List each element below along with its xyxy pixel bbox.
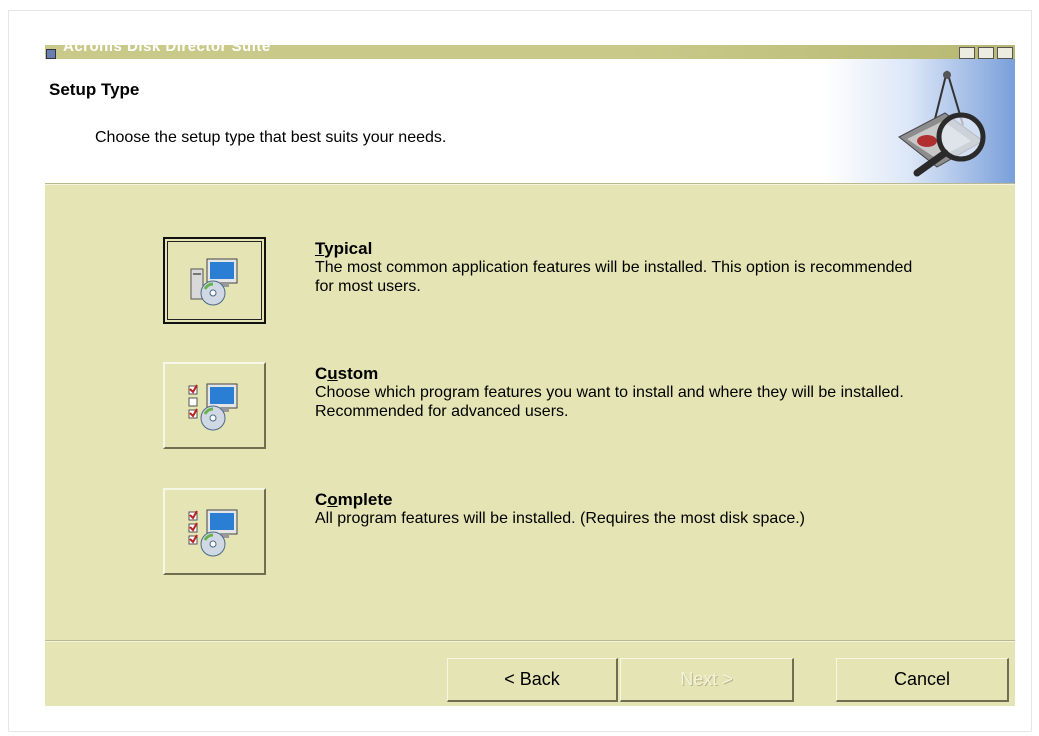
typical-title-rest: ypical	[324, 239, 373, 258]
disk-magnifier-icon	[898, 70, 986, 177]
typical-description: The most common application features wil…	[315, 259, 913, 295]
custom-title-rest: stom	[337, 364, 379, 383]
setup-dialog: Acronis Disk Director Suite Setup Type C…	[45, 45, 1015, 706]
window-controls	[959, 47, 1013, 59]
close-icon[interactable]	[997, 47, 1013, 59]
title-bar[interactable]: Acronis Disk Director Suite	[45, 45, 1015, 59]
complete-button[interactable]	[163, 488, 266, 575]
custom-description: Choose which program features you want t…	[315, 384, 904, 420]
typical-title: Typical	[315, 239, 372, 259]
complete-description: All program features will be installed. …	[315, 510, 805, 527]
maximize-icon[interactable]	[978, 47, 994, 59]
custom-title-prefix: C	[315, 364, 328, 383]
typical-button[interactable]	[163, 237, 266, 324]
app-icon	[46, 49, 56, 59]
complete-title: Complete	[315, 490, 392, 510]
header-banner	[825, 59, 1015, 183]
footer-divider	[45, 640, 1015, 642]
page-title: Setup Type	[49, 80, 140, 99]
custom-hotkey: u	[327, 364, 338, 383]
back-button[interactable]: < Back	[447, 658, 618, 702]
cancel-button[interactable]: Cancel	[836, 658, 1009, 702]
custom-button[interactable]	[163, 362, 266, 449]
custom-title: Custom	[315, 364, 378, 384]
next-button[interactable]: Next >	[620, 658, 794, 702]
option-custom: Custom Choose which program features you…	[163, 362, 963, 452]
dialog-header: Setup Type Choose the setup type that be…	[45, 59, 1015, 183]
complete-title-prefix: C	[315, 490, 328, 509]
complete-hotkey: o	[327, 490, 338, 509]
complete-setup-icon	[188, 509, 237, 556]
typical-setup-icon	[190, 258, 237, 305]
option-typical: Typical The most common application feat…	[163, 237, 963, 327]
minimize-icon[interactable]	[959, 47, 975, 59]
window-title: Acronis Disk Director Suite	[63, 45, 271, 55]
page-description: Choose the setup type that best suits yo…	[95, 129, 447, 146]
option-complete: Complete All program features will be in…	[163, 488, 963, 578]
typical-hotkey: T	[315, 239, 325, 258]
header-divider	[45, 183, 1015, 185]
complete-title-rest: mplete	[337, 490, 393, 509]
custom-setup-icon	[188, 383, 237, 430]
